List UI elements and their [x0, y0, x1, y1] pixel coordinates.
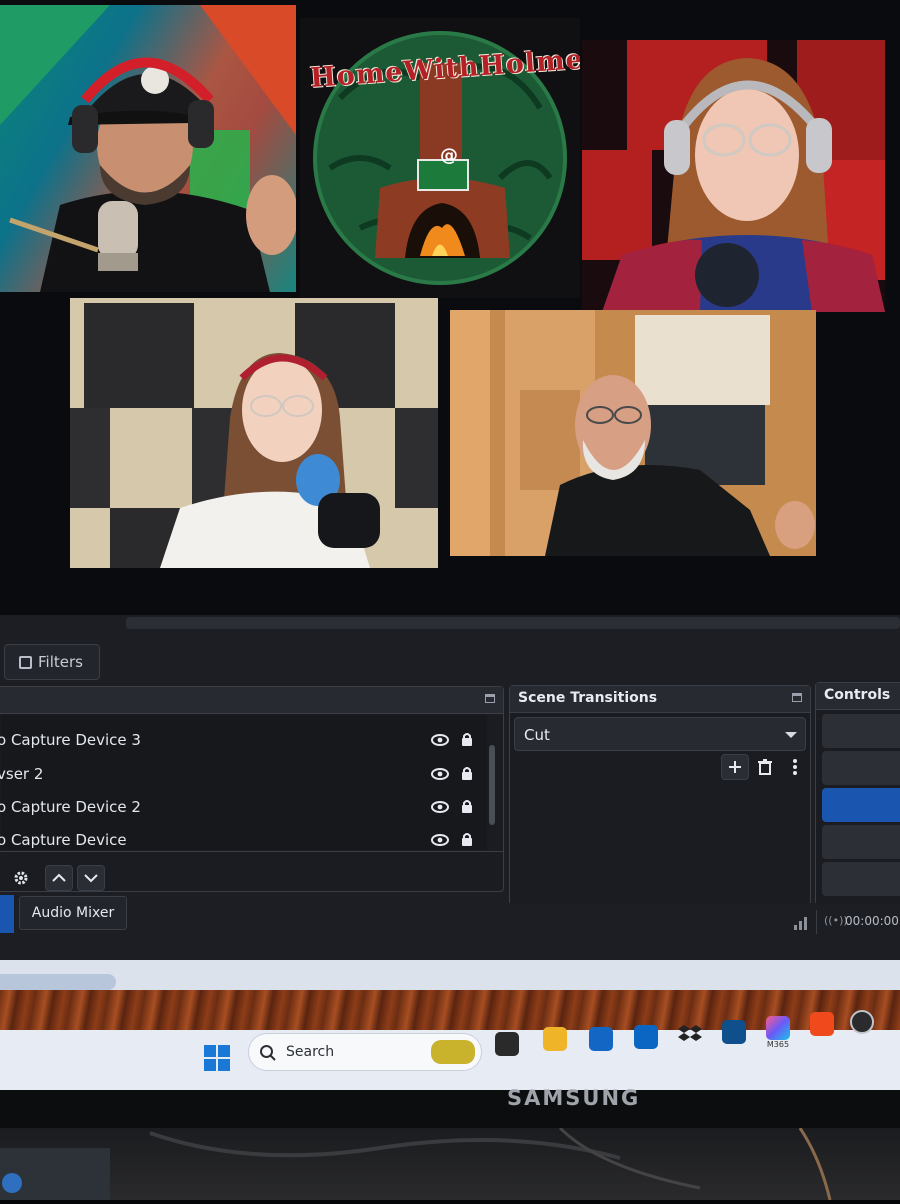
chevron-down-icon: [84, 874, 98, 883]
move-source-up-button[interactable]: [45, 865, 73, 891]
move-source-down-button[interactable]: [77, 865, 105, 891]
source-item[interactable]: o Capture Device: [0, 825, 485, 857]
tab-audio-mixer[interactable]: Audio Mixer: [19, 896, 127, 930]
source-item-label: vser 2: [0, 765, 44, 783]
divider: [0, 851, 503, 852]
sources-dock: o Capture Device 3 vser 2 o Capture Devi…: [0, 686, 504, 892]
video-tile-guest-3: [450, 310, 816, 556]
lock-icon[interactable]: [461, 732, 473, 746]
outlook-icon[interactable]: [634, 1025, 658, 1049]
studio-mode-button[interactable]: [822, 825, 900, 859]
show-logo-tile: @ HomeWithHolmes: [300, 18, 580, 298]
microsoft-365-icon[interactable]: M365: [766, 1016, 790, 1049]
scene-transitions-header: Scene Transitions: [510, 686, 810, 713]
stream-timer: 00:00:00: [845, 914, 899, 928]
source-item[interactable]: o Capture Device 3: [0, 725, 485, 757]
task-view-icon[interactable]: [495, 1032, 519, 1056]
participant-1-image: [0, 5, 296, 292]
transition-properties-button[interactable]: [781, 754, 809, 780]
visibility-eye-icon[interactable]: [431, 768, 449, 780]
microsoft-store-icon[interactable]: [589, 1027, 613, 1051]
visibility-eye-icon[interactable]: [431, 734, 449, 746]
filters-button[interactable]: Filters: [4, 644, 100, 680]
status-bar: [0, 903, 900, 935]
controls-title: Controls: [824, 687, 891, 703]
search-icon: [260, 1045, 276, 1061]
video-tile-guest-1: [582, 40, 885, 312]
sources-scrollbar[interactable]: [489, 745, 495, 825]
dropbox-icon[interactable]: [678, 1022, 702, 1046]
settings-button[interactable]: [822, 862, 900, 896]
virtual-camera-button[interactable]: [822, 788, 900, 822]
trash-icon: [758, 759, 772, 775]
desk-cables-image: [0, 1126, 832, 1201]
desk-surface: [0, 1126, 900, 1201]
lock-icon[interactable]: [461, 799, 473, 813]
chevron-down-icon: [785, 732, 797, 738]
transition-select[interactable]: Cut: [514, 717, 806, 751]
obs-studio-icon[interactable]: [850, 1010, 874, 1034]
windows-start-icon[interactable]: [204, 1045, 230, 1071]
sources-dock-header: [0, 687, 503, 714]
add-transition-button[interactable]: [721, 754, 749, 780]
source-properties-button[interactable]: [7, 865, 35, 891]
video-tile-guest-2: [70, 298, 438, 568]
source-item[interactable]: vser 2: [0, 759, 485, 791]
participant-2-image: [582, 40, 885, 312]
participant-3-image: [70, 298, 438, 568]
logo-at-symbol: @: [440, 145, 458, 166]
scene-transitions-title: Scene Transitions: [518, 690, 658, 706]
desktop-wallpaper: [0, 990, 900, 1035]
gear-icon: [14, 871, 28, 885]
app-icon[interactable]: [722, 1020, 746, 1044]
visibility-eye-icon[interactable]: [431, 801, 449, 813]
taskbar-search-box[interactable]: Search: [248, 1033, 482, 1071]
participant-4-image: [450, 310, 816, 556]
brave-browser-icon[interactable]: [810, 1012, 834, 1036]
filters-button-label: Filters: [38, 653, 83, 671]
video-tile-host: [0, 5, 296, 292]
lock-icon[interactable]: [461, 832, 473, 846]
plus-icon: [729, 761, 741, 773]
window-scroll-thumb[interactable]: [0, 974, 116, 990]
undock-icon[interactable]: [485, 694, 495, 703]
signal-bars-icon: [794, 917, 807, 930]
filter-icon: [19, 655, 32, 669]
search-highlight-image: [431, 1040, 475, 1064]
visibility-eye-icon[interactable]: [431, 834, 449, 846]
source-item-label: o Capture Device: [0, 831, 127, 849]
more-vertical-icon: [793, 759, 797, 775]
divider: [816, 910, 817, 934]
undock-icon[interactable]: [792, 693, 802, 702]
tab-audio-mixer-label: Audio Mixer: [31, 905, 115, 921]
active-tab-indicator[interactable]: [0, 895, 14, 933]
obs-preview-canvas[interactable]: @ HomeWithHolmes: [0, 0, 900, 615]
start-recording-button[interactable]: [822, 751, 900, 785]
monitor-brand-label: SAMSUNG: [507, 1086, 641, 1110]
transition-select-value: Cut: [524, 726, 550, 744]
source-item[interactable]: o Capture Device 2: [0, 792, 485, 824]
m365-label: M365: [766, 1040, 790, 1049]
horizontal-scrollbar[interactable]: [126, 617, 900, 629]
controls-header: Controls: [816, 683, 900, 710]
lock-icon[interactable]: [461, 766, 473, 780]
remove-transition-button[interactable]: [751, 754, 779, 780]
start-streaming-button[interactable]: [822, 714, 900, 748]
chevron-up-icon: [52, 873, 66, 882]
file-explorer-icon[interactable]: [543, 1027, 567, 1051]
search-placeholder: Search: [286, 1044, 335, 1060]
source-item-label: o Capture Device 3: [0, 731, 141, 749]
source-item-label: o Capture Device 2: [0, 798, 141, 816]
